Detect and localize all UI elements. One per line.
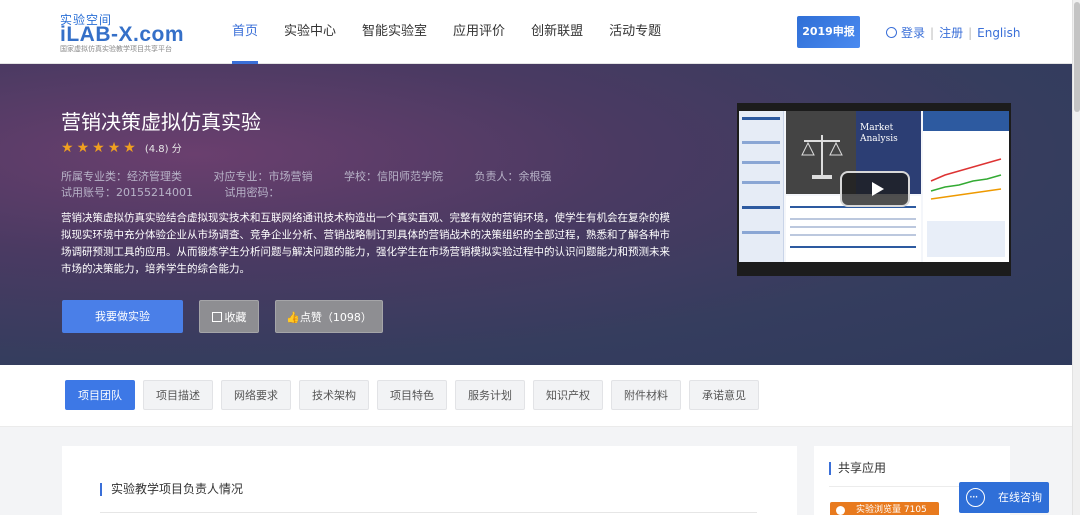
section-divider	[100, 512, 757, 513]
side-title: 共享应用	[829, 462, 886, 475]
meta-trial-account: 试用账号：20155214001	[61, 186, 193, 199]
detail-tabs: 项目团队 项目描述 网络要求 技术架构 项目特色 服务计划 知识产权 附件材料 …	[65, 380, 767, 410]
video-sidebar	[739, 111, 784, 262]
favorite-label: 收藏	[224, 311, 247, 324]
project-title: 营销决策虚拟仿真实验	[61, 110, 261, 134]
detail-tabs-bar: 项目团队 项目描述 网络要求 技术架构 项目特色 服务计划 知识产权 附件材料 …	[0, 365, 1072, 427]
balance-scale-icon	[801, 135, 843, 179]
favorite-button[interactable]: 收藏	[199, 300, 259, 333]
meta-trial-password: 试用密码：	[224, 186, 280, 199]
start-experiment-button[interactable]: 我要做实验	[62, 300, 183, 333]
nav-alliance[interactable]: 创新联盟	[531, 0, 583, 64]
nav-home[interactable]: 首页	[232, 0, 259, 64]
like-button[interactable]: 👍点赞（1098）	[275, 300, 383, 333]
nav-evaluation[interactable]: 应用评价	[453, 0, 505, 64]
tab-description[interactable]: 项目描述	[143, 380, 213, 410]
meta-school: 学校：信阳师范学院	[344, 170, 443, 183]
chat-icon	[966, 482, 985, 513]
views-count-badge: 实验浏览量 7105	[830, 502, 939, 515]
section-title: 实验教学项目负责人情况	[100, 483, 243, 496]
star-icon: ★	[61, 139, 74, 156]
project-meta-line2: 试用账号：20155214001 试用密码：	[61, 184, 307, 200]
auth-separator: |	[968, 25, 973, 40]
auth-separator: |	[930, 25, 935, 40]
user-icon	[886, 27, 897, 38]
tab-architecture[interactable]: 技术架构	[299, 380, 369, 410]
auth-links: 登录 | 注册 | English	[886, 24, 1020, 41]
thumbs-up-icon: 👍	[286, 311, 300, 324]
tab-features[interactable]: 项目特色	[377, 380, 447, 410]
main-content-panel: 实验教学项目负责人情况	[62, 446, 797, 515]
logo-subtitle: 国家虚拟仿真实验教学项目共享平台	[60, 45, 172, 53]
online-consult-button[interactable]: 在线咨询	[959, 482, 1049, 513]
top-header: 实验空间 iLAB-X.com 国家虚拟仿真实验教学项目共享平台 首页 实验中心…	[0, 0, 1072, 64]
page-scrollbar[interactable]	[1072, 0, 1080, 515]
project-description: 营销决策虚拟仿真实验结合虚拟现实技术和互联网络通讯技术构造出一个真实直观、完整有…	[61, 212, 670, 275]
meta-category: 所属专业类：经济管理类	[61, 170, 182, 183]
video-chart-panel	[923, 111, 1009, 262]
tab-attachments[interactable]: 附件材料	[611, 380, 681, 410]
language-link[interactable]: English	[977, 26, 1020, 40]
consult-label: 在线咨询	[998, 491, 1042, 504]
project-hero: 营销决策虚拟仿真实验 ★ ★ ★ ★ ★ (4.8) 分 所属专业类：经济管理类…	[0, 64, 1072, 365]
star-icon: ★	[92, 139, 105, 156]
tab-team[interactable]: 项目团队	[65, 380, 135, 410]
apply-2019-badge[interactable]: 2019申报	[797, 16, 860, 48]
site-logo[interactable]: 实验空间 iLAB-X.com 国家虚拟仿真实验教学项目共享平台	[60, 11, 210, 55]
like-label: 点赞（1098）	[299, 311, 372, 324]
rating-score: (4.8) 分	[144, 144, 182, 155]
tab-commitment[interactable]: 承诺意见	[689, 380, 759, 410]
star-icon: ★	[107, 139, 121, 156]
register-link[interactable]: 注册	[939, 24, 963, 41]
meta-major: 对应专业：市场营销	[213, 170, 313, 183]
nav-smart-lab[interactable]: 智能实验室	[362, 0, 427, 64]
tab-service-plan[interactable]: 服务计划	[455, 380, 525, 410]
login-link[interactable]: 登录	[901, 24, 925, 41]
line-chart-icon	[923, 111, 1009, 257]
project-meta-line1: 所属专业类：经济管理类 对应专业：市场营销 学校：信阳师范学院 负责人：余根强	[61, 168, 580, 184]
star-icon: ★	[123, 139, 136, 156]
main-nav: 首页 实验中心 智能实验室 应用评价 创新联盟 活动专题	[232, 0, 687, 64]
video-preview[interactable]: Market Analysis	[737, 103, 1011, 276]
tab-network[interactable]: 网络要求	[221, 380, 291, 410]
star-icon: ★	[76, 139, 90, 156]
nav-events[interactable]: 活动专题	[609, 0, 661, 64]
rating-stars: ★ ★ ★ ★ ★ (4.8) 分	[61, 139, 182, 156]
tab-ip[interactable]: 知识产权	[533, 380, 603, 410]
scrollbar-thumb[interactable]	[1074, 2, 1080, 112]
meta-owner: 负责人：余根强	[474, 170, 552, 183]
play-icon[interactable]	[840, 171, 910, 207]
bookmark-icon	[211, 312, 222, 322]
nav-experiment-center[interactable]: 实验中心	[284, 0, 336, 64]
